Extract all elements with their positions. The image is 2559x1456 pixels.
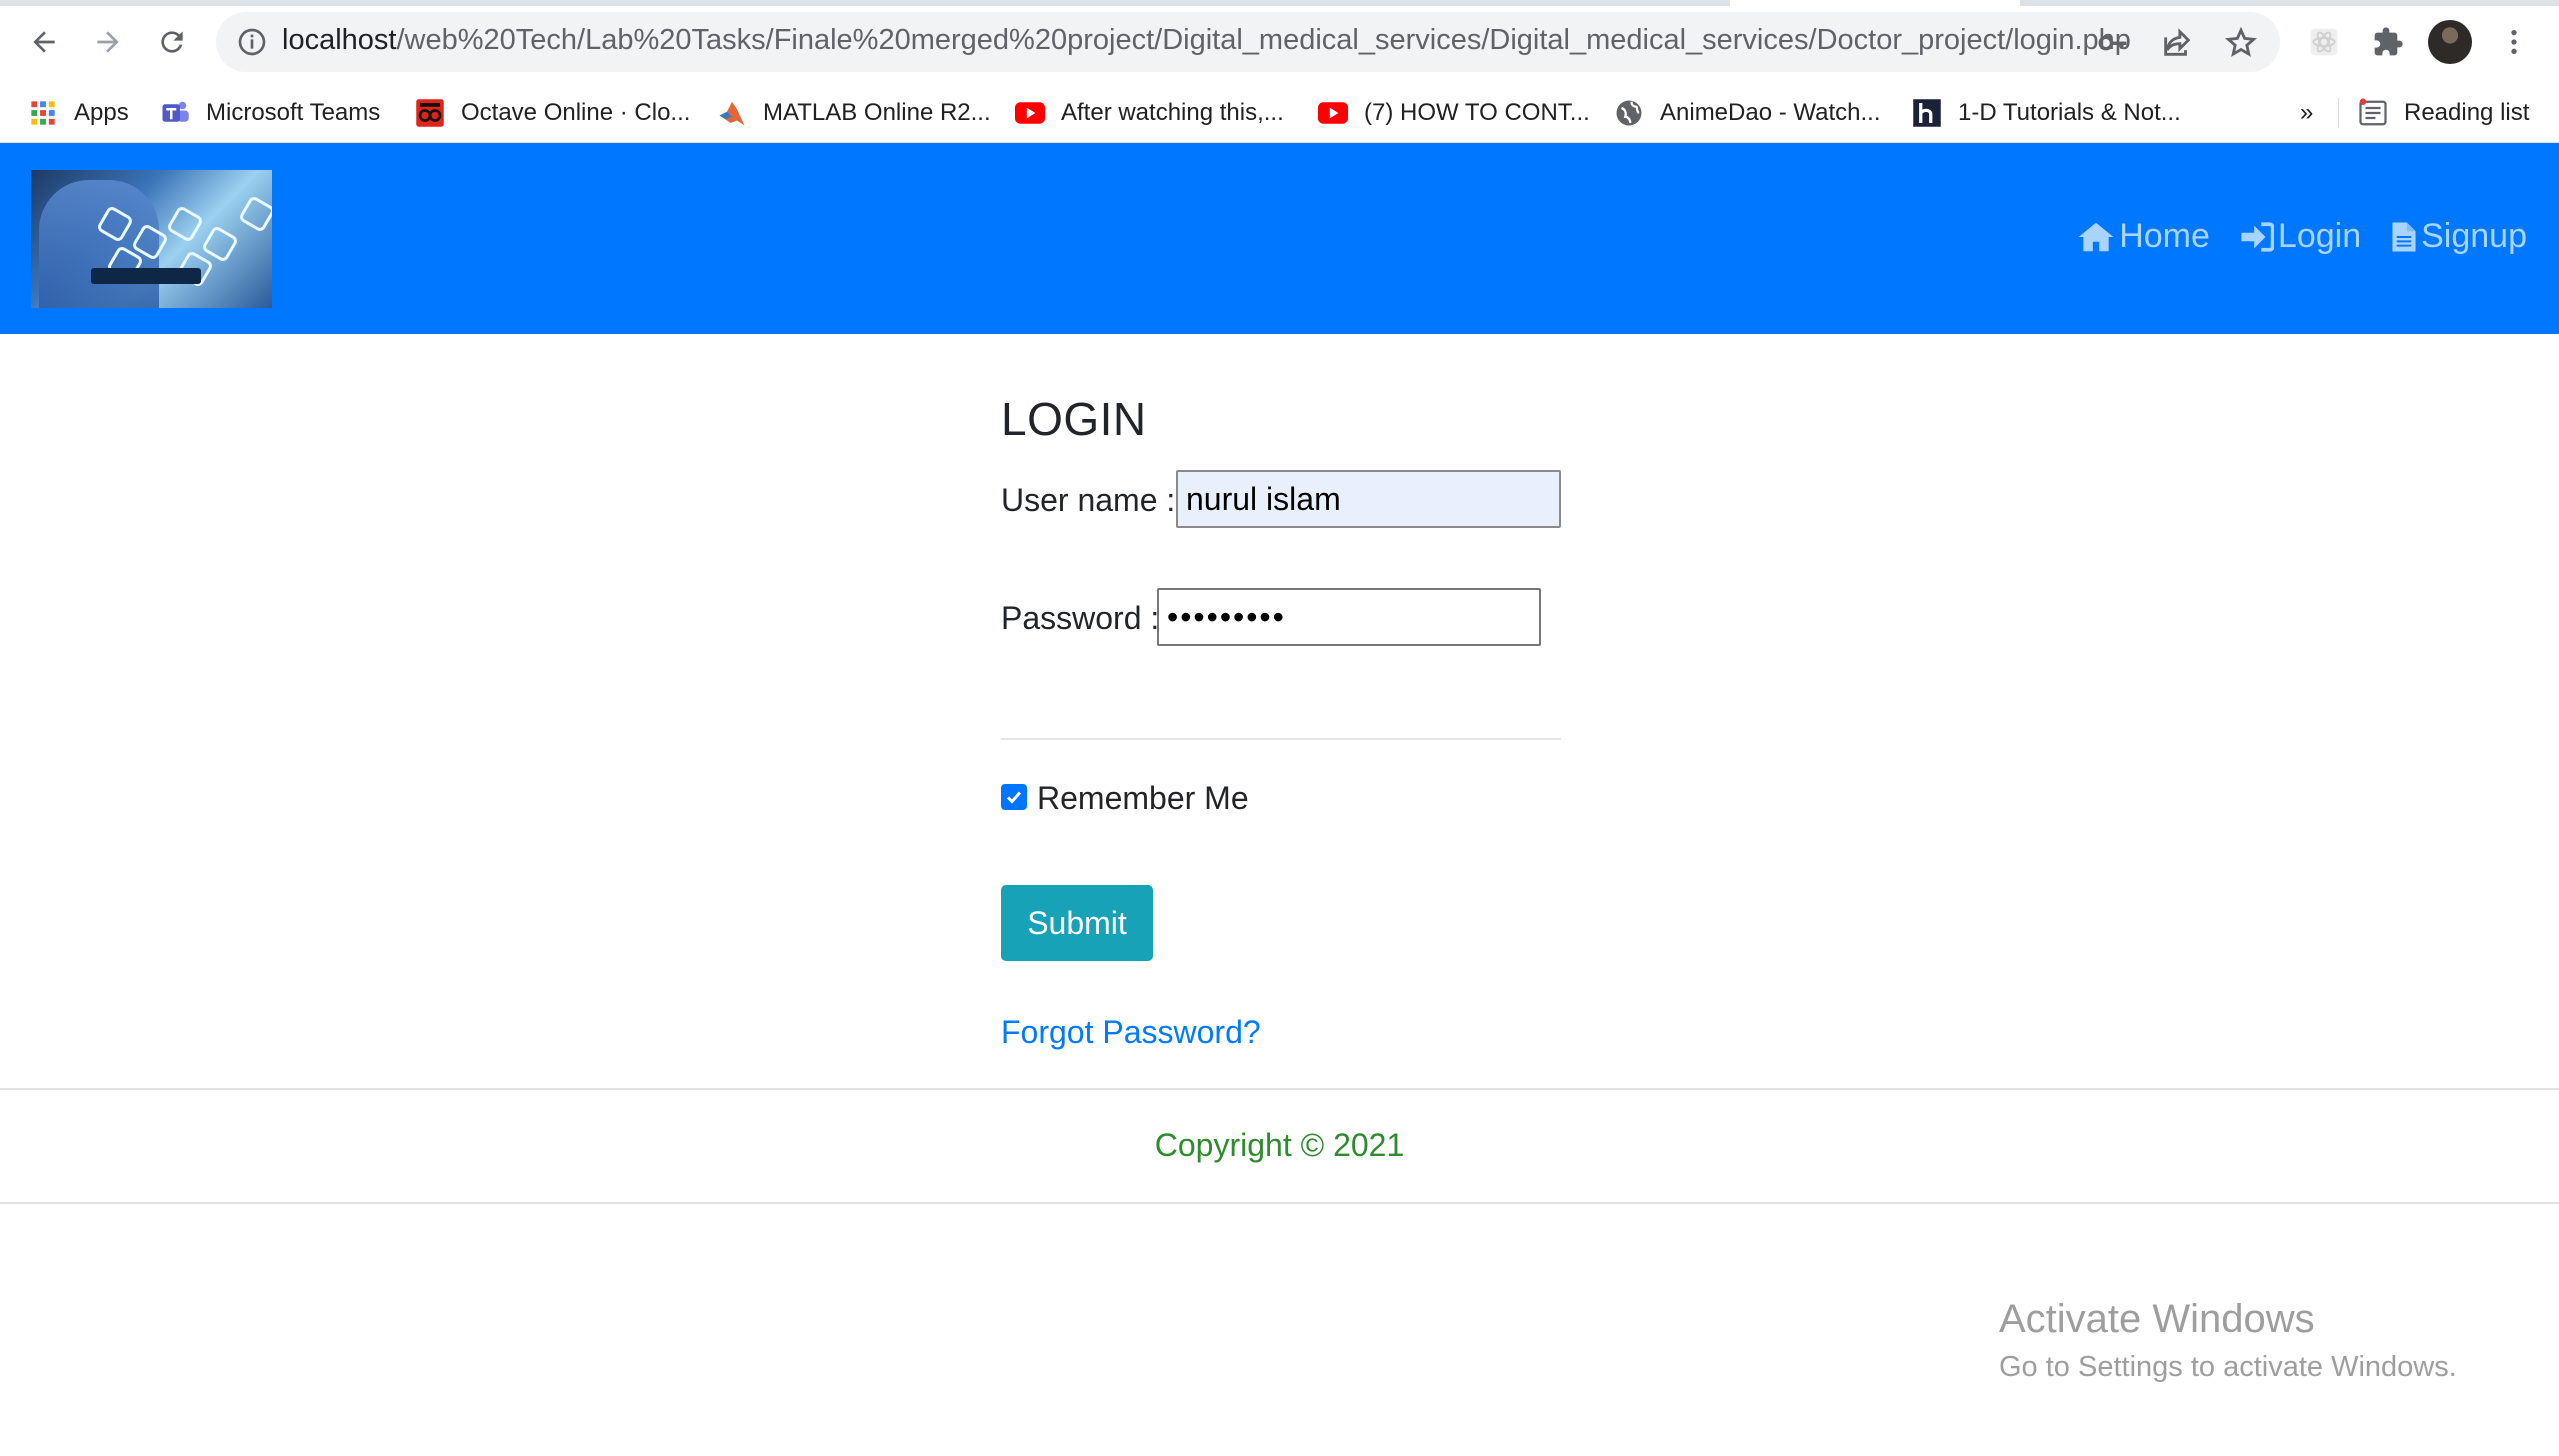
- extensions-button[interactable]: [2366, 20, 2410, 64]
- username-input[interactable]: [1176, 470, 1561, 528]
- url-path: /web%20Tech/Lab%20Tasks/Finale%20merged%…: [396, 24, 2131, 56]
- nav-signup-link[interactable]: Signup: [2391, 217, 2527, 256]
- browser-toolbar: localhost/web%20Tech/Lab%20Tasks/Finale%…: [0, 0, 2559, 84]
- bookmark-label: (7) HOW TO CONT...: [1364, 99, 1590, 126]
- bookmark-microsoft-teams[interactable]: Microsoft Teams: [160, 94, 380, 132]
- nav-home-link[interactable]: Home: [2077, 217, 2210, 256]
- reading-list-label: Reading list: [2404, 99, 2530, 126]
- avatar: [2428, 20, 2472, 64]
- reload-icon: [161, 31, 183, 53]
- site-header: Home Login Signup: [0, 143, 2559, 334]
- react-extension-icon: [2310, 28, 2338, 56]
- bookmark-animedao[interactable]: AnimeDao - Watch...: [1614, 94, 1881, 132]
- bookmark-label: Microsoft Teams: [206, 99, 381, 126]
- footer-bottom-border: [0, 1202, 2559, 1204]
- puzzle-icon: [2374, 27, 2403, 56]
- bookmarks-overflow-button[interactable]: »: [2300, 94, 2313, 132]
- globe-icon: [1614, 98, 1644, 128]
- sign-in-icon: [2241, 221, 2274, 252]
- form-divider: [1001, 738, 1561, 740]
- h-site-icon: [1912, 98, 1942, 128]
- apps-grid-icon: [28, 98, 58, 128]
- main-nav: Home Login Signup: [2077, 217, 2527, 256]
- back-button[interactable]: [22, 20, 66, 64]
- remember-me-checkbox[interactable]: [1001, 784, 1027, 810]
- matlab-icon: [717, 98, 747, 128]
- submit-button[interactable]: Submit: [1001, 885, 1153, 961]
- reading-list-icon: [2358, 98, 2388, 128]
- bookmark-label: Octave Online · Clo...: [461, 99, 691, 126]
- page-title: LOGIN: [1001, 393, 1147, 445]
- bookmark-star-icon[interactable]: [2224, 26, 2258, 60]
- profile-button[interactable]: [2428, 20, 2472, 64]
- tab-strip: [0, 0, 1730, 6]
- bookmark-label: 1-D Tutorials & Not...: [1958, 99, 2181, 126]
- forgot-password-link[interactable]: Forgot Password?: [1001, 1014, 1261, 1051]
- bookmark-label: MATLAB Online R2...: [763, 99, 991, 126]
- address-bar[interactable]: localhost/web%20Tech/Lab%20Tasks/Finale%…: [216, 12, 2280, 72]
- username-label: User name :: [1001, 482, 1176, 518]
- bookmark-label: AnimeDao - Watch...: [1660, 99, 1881, 126]
- bookmarks-divider: [2338, 98, 2339, 128]
- forward-button[interactable]: [86, 20, 130, 64]
- key-icon[interactable]: [2096, 26, 2130, 60]
- kebab-menu-icon: [2511, 30, 2517, 54]
- bookmark-how-to-cont[interactable]: (7) HOW TO CONT...: [1318, 94, 1590, 132]
- extension-react-button[interactable]: [2302, 20, 2346, 64]
- chrome-menu-button[interactable]: [2492, 20, 2536, 64]
- nav-signup-label: Signup: [2421, 217, 2527, 255]
- reading-list-button[interactable]: Reading list: [2358, 94, 2529, 132]
- checkmark-icon: [1006, 791, 1022, 804]
- youtube-icon: [1318, 98, 1348, 128]
- tab-strip-right: [2020, 0, 2559, 6]
- youtube-icon: [1015, 98, 1045, 128]
- footer-copyright: Copyright © 2021: [1154, 1127, 1405, 1163]
- back-arrow-icon: [33, 31, 55, 53]
- nav-home-label: Home: [2119, 217, 2210, 255]
- password-input[interactable]: [1157, 588, 1541, 646]
- bookmark-label: Apps: [74, 99, 129, 126]
- logo-tablet: [91, 268, 201, 284]
- file-icon: [2392, 222, 2416, 251]
- site-logo[interactable]: [31, 170, 272, 308]
- overflow-chevron: »: [2300, 99, 2314, 126]
- bookmark-octave-online[interactable]: Octave Online · Clo...: [415, 94, 690, 132]
- home-icon: [2078, 222, 2114, 251]
- password-label: Password :: [1001, 600, 1160, 636]
- footer-top-border: [0, 1088, 2559, 1090]
- teams-icon: [160, 98, 190, 128]
- bookmarks-bar: Apps Microsoft Teams Octave Online · Clo…: [0, 84, 2559, 143]
- reload-button[interactable]: [150, 20, 194, 64]
- bookmark-1d-tutorials[interactable]: 1-D Tutorials & Not...: [1912, 94, 2181, 132]
- bookmark-matlab-online[interactable]: MATLAB Online R2...: [717, 94, 991, 132]
- site-info-icon[interactable]: [236, 26, 268, 58]
- url-text[interactable]: localhost/web%20Tech/Lab%20Tasks/Finale%…: [282, 24, 2131, 57]
- bookmark-apps[interactable]: Apps: [28, 94, 129, 132]
- bookmark-after-watching[interactable]: After watching this,...: [1015, 94, 1284, 132]
- url-host: localhost: [282, 24, 397, 56]
- nav-login-link[interactable]: Login: [2240, 217, 2361, 256]
- activate-windows-subtitle: Go to Settings to activate Windows.: [1999, 1351, 2457, 1383]
- nav-login-label: Login: [2277, 217, 2362, 255]
- activate-windows-title: Activate Windows: [1999, 1297, 2315, 1341]
- bookmark-label: After watching this,...: [1061, 99, 1284, 126]
- forward-arrow-icon: [97, 31, 119, 53]
- octave-icon: [415, 98, 445, 128]
- remember-me-label[interactable]: Remember Me: [1037, 780, 1249, 817]
- share-icon[interactable]: [2160, 26, 2194, 60]
